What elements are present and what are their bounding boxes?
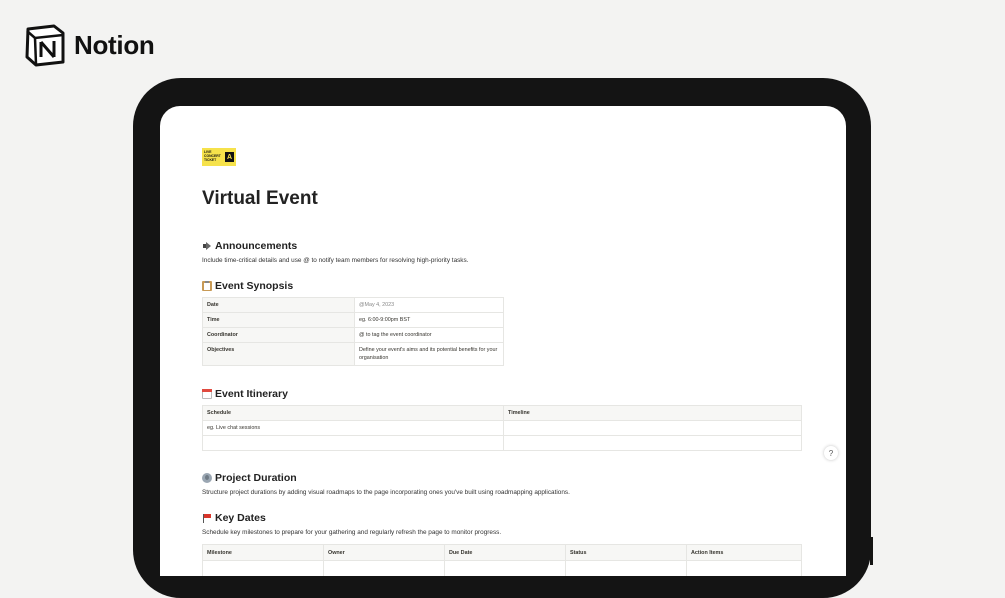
table-header-row: Milestone Owner Due Date Status Action I… xyxy=(202,544,802,561)
table-cell[interactable] xyxy=(323,560,445,576)
key-dates-table: Milestone Owner Due Date Status Action I… xyxy=(202,544,802,576)
table-cell[interactable] xyxy=(202,435,504,451)
table-cell-label[interactable]: Date xyxy=(202,297,355,313)
table-cell[interactable] xyxy=(686,560,802,576)
column-header-action-items[interactable]: Action Items xyxy=(686,544,802,561)
brand-name: Notion xyxy=(74,30,155,60)
table-cell[interactable] xyxy=(503,420,802,436)
column-header-schedule[interactable]: Schedule xyxy=(202,405,504,421)
table-cell[interactable] xyxy=(503,435,802,451)
event-synopsis-heading[interactable]: Event Synopsis xyxy=(202,280,293,292)
notion-page-screen: LIVE CONCERT TICKET A Virtual Event Anno… xyxy=(160,106,846,576)
table-row: Objectives Define your event's aims and … xyxy=(202,342,504,366)
key-dates-description[interactable]: Schedule key milestones to prepare for y… xyxy=(202,529,501,536)
key-dates-heading[interactable]: Key Dates xyxy=(202,512,266,524)
calendar-icon xyxy=(202,389,212,399)
red-flag-icon xyxy=(202,513,212,523)
globe-icon xyxy=(202,473,212,483)
notion-brand: Notion xyxy=(24,24,155,67)
table-cell-value[interactable]: @May 4, 2023 xyxy=(354,297,504,313)
column-header-due-date[interactable]: Due Date xyxy=(444,544,566,561)
cover-icon-text: LIVE CONCERT TICKET xyxy=(204,150,221,162)
column-header-owner[interactable]: Owner xyxy=(323,544,445,561)
project-duration-heading[interactable]: Project Duration xyxy=(202,472,297,484)
project-duration-description[interactable]: Structure project durations by adding vi… xyxy=(202,489,570,496)
megaphone-icon xyxy=(202,241,212,251)
page-cover-icon[interactable]: LIVE CONCERT TICKET A xyxy=(202,148,236,166)
announcements-heading[interactable]: Announcements xyxy=(202,240,297,252)
announcements-description[interactable]: Include time-critical details and use @ … xyxy=(202,257,468,264)
column-header-milestone[interactable]: Milestone xyxy=(202,544,324,561)
page-title[interactable]: Virtual Event xyxy=(202,188,318,210)
table-cell-value[interactable]: Define your event's aims and its potenti… xyxy=(354,342,504,366)
table-row: Time eg. 6:00-9:00pm BST xyxy=(202,312,504,328)
table-row: Date @May 4, 2023 xyxy=(202,297,504,313)
table-row: eg. Live chat sessions xyxy=(202,420,802,436)
column-header-status[interactable]: Status xyxy=(565,544,687,561)
tablet-edge xyxy=(870,537,873,565)
notion-logo-icon xyxy=(25,24,65,67)
table-cell-value[interactable]: @ to tag the event coordinator xyxy=(354,327,504,343)
event-itinerary-heading[interactable]: Event Itinerary xyxy=(202,388,288,400)
table-cell-label[interactable]: Coordinator xyxy=(202,327,355,343)
clipboard-icon xyxy=(202,281,212,291)
table-cell[interactable] xyxy=(202,560,324,576)
column-header-timeline[interactable]: Timeline xyxy=(503,405,802,421)
table-cell[interactable] xyxy=(565,560,687,576)
table-cell-label[interactable]: Objectives xyxy=(202,342,355,366)
table-row xyxy=(202,560,802,576)
table-row xyxy=(202,435,802,451)
table-cell-label[interactable]: Time xyxy=(202,312,355,328)
event-itinerary-table: Schedule Timeline eg. Live chat sessions xyxy=(202,405,802,451)
help-button[interactable]: ? xyxy=(824,446,838,460)
table-header-row: Schedule Timeline xyxy=(202,405,802,421)
table-row: Coordinator @ to tag the event coordinat… xyxy=(202,327,504,343)
event-synopsis-table: Date @May 4, 2023 Time eg. 6:00-9:00pm B… xyxy=(202,297,504,366)
table-cell-value[interactable]: eg. 6:00-9:00pm BST xyxy=(354,312,504,328)
cover-icon-badge: A xyxy=(225,152,234,162)
table-cell[interactable]: eg. Live chat sessions xyxy=(202,420,504,436)
table-cell[interactable] xyxy=(444,560,566,576)
